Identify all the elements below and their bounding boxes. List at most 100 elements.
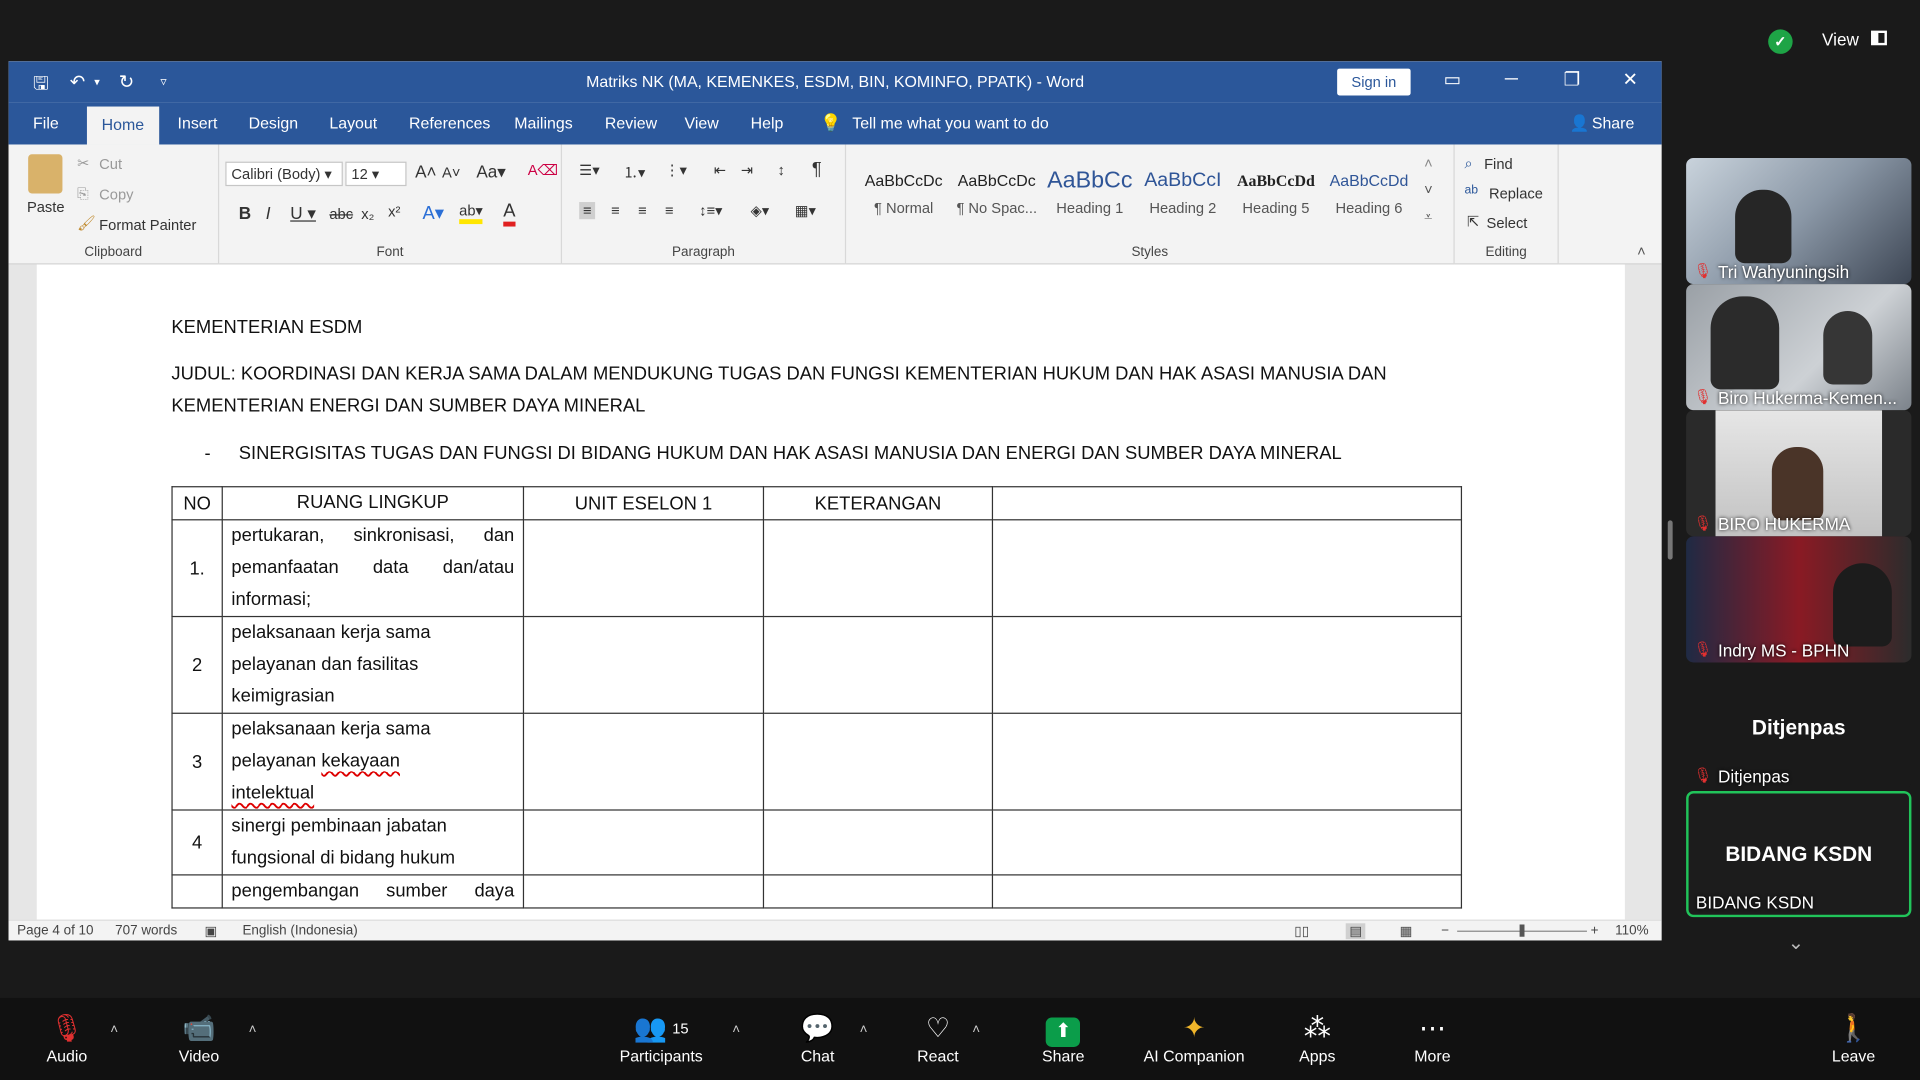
font-color-icon[interactable]: A: [503, 201, 516, 227]
strikethrough-icon[interactable]: abc: [329, 206, 353, 223]
multilevel-list-icon[interactable]: ⋮▾: [665, 162, 687, 179]
apps-button[interactable]: ⁂ Apps: [1299, 1010, 1335, 1066]
borders-icon[interactable]: ▦▾: [795, 202, 816, 219]
leave-button[interactable]: 🚶 Leave: [1832, 1010, 1875, 1066]
format-painter-button[interactable]: Format Painter: [99, 217, 196, 234]
styles-more-icon[interactable]: ⩡: [1424, 208, 1432, 226]
italic-icon[interactable]: I: [266, 203, 271, 223]
style-heading-2[interactable]: AaBbCcI Heading 2: [1138, 167, 1229, 223]
shield-check-icon[interactable]: ✓: [1768, 29, 1793, 54]
bullets-icon[interactable]: ☰▾: [579, 162, 600, 179]
paste-button[interactable]: Paste: [27, 198, 65, 215]
document-page[interactable]: KEMENTERIAN ESDM JUDUL: KOORDINASI DAN K…: [36, 264, 1625, 920]
align-left-icon[interactable]: ≡: [579, 202, 596, 220]
font-size-select[interactable]: 12 ▾: [345, 161, 407, 187]
language-indicator[interactable]: English (Indonesia): [242, 923, 357, 938]
close-icon[interactable]: ✕: [1622, 69, 1637, 91]
minimize-icon[interactable]: ─: [1505, 69, 1518, 90]
tell-me-search[interactable]: Tell me what you want to do: [852, 114, 1048, 132]
react-button[interactable]: ♡ React: [917, 1010, 959, 1066]
grow-font-icon[interactable]: A˄: [415, 162, 436, 182]
share-screen-button[interactable]: ⬆ Share: [1042, 1010, 1085, 1065]
proofing-icon[interactable]: ▣: [204, 923, 217, 939]
tab-references[interactable]: References: [409, 114, 490, 132]
superscript-icon[interactable]: x²: [388, 203, 400, 220]
increase-indent-icon[interactable]: ⇥: [741, 162, 753, 179]
cut-button[interactable]: Cut: [99, 156, 122, 173]
view-button[interactable]: View: [1822, 29, 1859, 49]
view-layout-icon[interactable]: [1871, 30, 1887, 46]
panel-resize-handle[interactable]: [1667, 520, 1673, 560]
select-button[interactable]: Select: [1487, 214, 1528, 231]
participants-options-icon[interactable]: ˄: [732, 1022, 740, 1037]
style-no-spacing[interactable]: AaBbCcDc ¶ No Spac...: [951, 167, 1042, 223]
collapse-ribbon-icon[interactable]: ˄: [1637, 242, 1646, 259]
line-spacing-icon[interactable]: ↕≡▾: [699, 202, 722, 219]
zoom-level[interactable]: 110%: [1615, 923, 1648, 938]
sort-icon[interactable]: ↕: [778, 162, 785, 179]
audio-button[interactable]: 🎙 Audio: [47, 1010, 88, 1066]
react-options-icon[interactable]: ˄: [972, 1022, 980, 1037]
tab-home[interactable]: Home: [86, 106, 159, 145]
align-right-icon[interactable]: ≡: [638, 202, 647, 219]
participant-tile[interactable]: 🎙 Tri Wahyuningsih: [1686, 157, 1912, 285]
align-center-icon[interactable]: ≡: [611, 202, 620, 219]
active-speaker-tile[interactable]: BIDANG KSDN BIDANG KSDN: [1686, 791, 1912, 918]
show-formatting-icon[interactable]: ¶: [812, 159, 822, 180]
shrink-font-icon[interactable]: A˅: [442, 164, 460, 181]
justify-icon[interactable]: ≡: [665, 202, 674, 219]
chat-options-icon[interactable]: ˄: [860, 1022, 868, 1037]
subscript-icon[interactable]: x₂: [361, 206, 374, 223]
replace-button[interactable]: Replace: [1489, 185, 1543, 202]
zoom-in-icon[interactable]: +: [1591, 923, 1599, 938]
style-normal[interactable]: AaBbCcDc ¶ Normal: [858, 167, 949, 223]
participant-tile[interactable]: 🎙 Biro Hukerma-Kemen...: [1686, 284, 1912, 411]
shading-icon[interactable]: ◈▾: [751, 202, 770, 219]
tab-mailings[interactable]: Mailings: [514, 114, 572, 132]
word-count[interactable]: 707 words: [115, 923, 177, 938]
video-button[interactable]: 📹 Video: [179, 1010, 219, 1066]
clear-formatting-icon[interactable]: A⌫: [528, 162, 559, 179]
change-case-icon[interactable]: Aa▾: [476, 162, 506, 183]
style-heading-5[interactable]: AaBbCcDd Heading 5: [1231, 167, 1322, 223]
web-layout-icon[interactable]: ▦: [1400, 923, 1413, 939]
underline-icon[interactable]: U ▾: [290, 203, 316, 224]
font-name-select[interactable]: Calibri (Body) ▾: [225, 161, 343, 187]
read-mode-icon[interactable]: ▯▯: [1294, 923, 1309, 939]
participant-tile[interactable]: Ditjenpas 🎙 Ditjenpas: [1686, 662, 1912, 789]
find-button[interactable]: Find: [1484, 156, 1513, 173]
style-heading-1[interactable]: AaBbCc Heading 1: [1044, 167, 1135, 223]
tab-review[interactable]: Review: [605, 114, 657, 132]
tab-insert[interactable]: Insert: [178, 114, 218, 132]
sign-in-button[interactable]: Sign in: [1337, 68, 1411, 96]
participant-tile[interactable]: 🎙 Indry MS - BPHN: [1686, 536, 1912, 663]
tab-file[interactable]: File: [33, 114, 59, 132]
participant-tile[interactable]: 🎙 BIRO HUKERMA: [1686, 410, 1912, 537]
text-effects-icon[interactable]: A▾: [422, 202, 443, 224]
restore-icon[interactable]: ❐: [1564, 69, 1580, 91]
participants-button[interactable]: 👥 15 Participants: [620, 1010, 703, 1066]
chat-button[interactable]: 💬 Chat: [801, 1010, 835, 1066]
ribbon-display-icon[interactable]: ▭: [1444, 69, 1461, 91]
copy-button[interactable]: Copy: [99, 186, 133, 203]
paste-icon[interactable]: [28, 154, 63, 194]
ai-companion-button[interactable]: ✦ AI Companion: [1144, 1010, 1245, 1066]
tab-design[interactable]: Design: [249, 114, 299, 132]
bold-icon[interactable]: B: [239, 203, 251, 223]
print-layout-icon[interactable]: ▤: [1345, 923, 1366, 940]
page-count[interactable]: Page 4 of 10: [17, 923, 93, 938]
more-button[interactable]: ⋯ More: [1414, 1010, 1450, 1066]
share-button[interactable]: Share: [1592, 114, 1634, 132]
audio-options-icon[interactable]: ˄: [110, 1022, 118, 1037]
video-options-icon[interactable]: ˄: [249, 1022, 257, 1037]
decrease-indent-icon[interactable]: ⇤: [714, 162, 726, 179]
styles-scroll-down-icon[interactable]: ˅: [1424, 181, 1433, 198]
tab-help[interactable]: Help: [751, 114, 784, 132]
chevron-down-icon[interactable]: ⌄: [1788, 931, 1804, 955]
zoom-slider-thumb[interactable]: [1519, 924, 1525, 937]
tab-layout[interactable]: Layout: [329, 114, 377, 132]
zoom-out-icon[interactable]: −: [1441, 923, 1449, 938]
tab-view[interactable]: View: [684, 114, 718, 132]
highlight-icon[interactable]: ab▾: [459, 202, 483, 225]
numbering-icon[interactable]: ⒈▾: [623, 162, 645, 183]
